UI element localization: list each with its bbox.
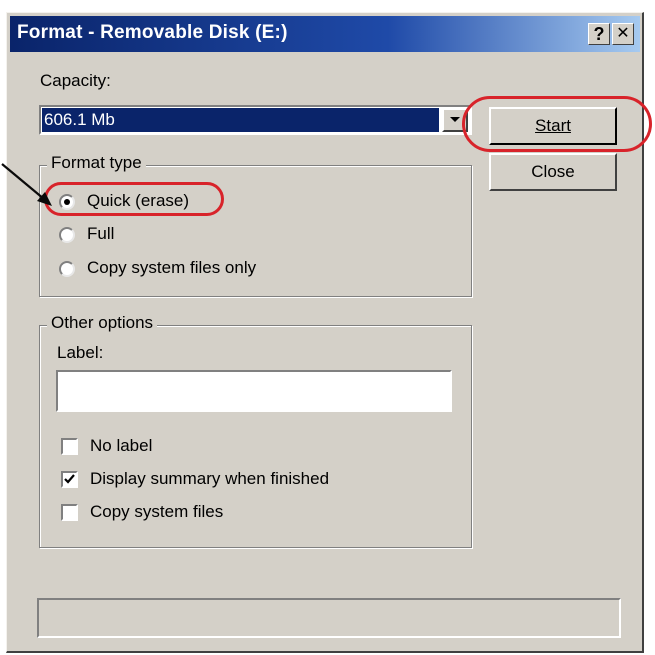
help-button[interactable]: ? <box>588 23 610 45</box>
close-window-button[interactable]: ✕ <box>612 23 634 45</box>
radio-copy-system-files-only[interactable] <box>59 261 75 277</box>
format-type-legend: Format type <box>47 153 146 173</box>
other-options-legend: Other options <box>47 313 158 333</box>
progress-bar <box>37 598 621 638</box>
checkbox-copy-system-files-label[interactable]: Copy system files <box>90 502 223 522</box>
capacity-value: 606.1 Mb <box>44 110 115 129</box>
checkbox-no-label[interactable] <box>61 438 78 455</box>
quick-erase-highlight <box>44 182 224 216</box>
capacity-label: Capacity: <box>40 71 111 90</box>
close-button-label: Close <box>531 162 575 181</box>
checkbox-copy-system-files[interactable] <box>61 504 78 521</box>
title-bar[interactable]: Format - Removable Disk (E:) ? ✕ <box>10 16 640 52</box>
window-title: Format - Removable Disk (E:) <box>17 22 288 43</box>
radio-full[interactable] <box>59 227 75 243</box>
radio-full-label[interactable]: Full <box>87 224 114 244</box>
checkbox-display-summary[interactable] <box>61 471 78 488</box>
annotation-arrow-icon <box>1 163 52 206</box>
label-input[interactable] <box>56 370 452 412</box>
radio-copy-system-files-only-label[interactable]: Copy system files only <box>87 258 256 278</box>
checkmark-icon <box>64 474 75 484</box>
help-icon: ? <box>593 24 605 44</box>
checkbox-no-label-label[interactable]: No label <box>90 436 152 456</box>
capacity-select[interactable]: 606.1 Mb <box>39 105 472 135</box>
start-button-highlight <box>462 96 652 152</box>
capacity-selected-item: 606.1 Mb <box>42 108 439 132</box>
close-icon: ✕ <box>616 25 630 42</box>
close-button[interactable]: Close <box>489 153 617 191</box>
checkbox-display-summary-label[interactable]: Display summary when finished <box>90 469 329 489</box>
label-field-label: Label: <box>57 343 104 362</box>
